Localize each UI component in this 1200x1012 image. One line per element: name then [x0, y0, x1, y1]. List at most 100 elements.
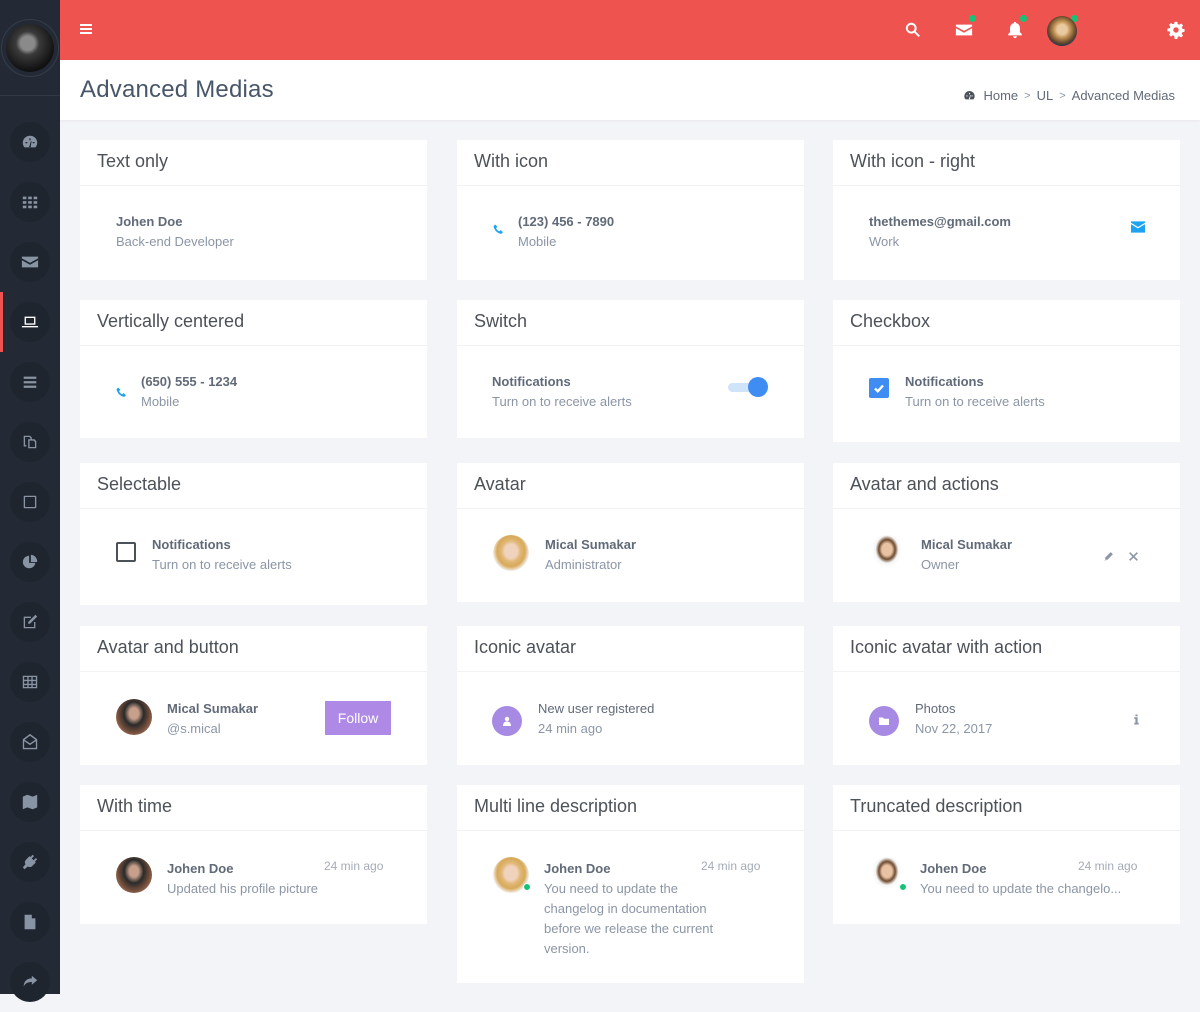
- card-title: Avatar and actions: [833, 463, 1180, 509]
- media-item[interactable]: Notifications Turn on to receive alerts: [116, 535, 292, 575]
- card-vertically-centered: Vertically centered (650) 555 - 1234 Mob…: [80, 300, 427, 438]
- media-description-line: before we release the current: [544, 921, 714, 936]
- avatar: [869, 535, 905, 571]
- media-item: (123) 456 - 7890 Mobile: [493, 212, 614, 252]
- sidebar-item-charts[interactable]: [0, 532, 60, 592]
- media-title: Notifications: [905, 374, 984, 389]
- breadcrumb-ul[interactable]: UL: [1037, 88, 1054, 103]
- media-item: Johen Doe Updated his profile picture: [116, 857, 318, 899]
- mail-icon: [21, 256, 39, 268]
- share-icon: [23, 975, 38, 987]
- mail-button[interactable]: [952, 15, 976, 42]
- media-description-line: You need to update the: [544, 881, 678, 896]
- card-title: Avatar and button: [80, 626, 427, 672]
- sidebar-item-tables[interactable]: [0, 652, 60, 712]
- breadcrumb-home[interactable]: Home: [983, 88, 1018, 103]
- search-icon: [905, 22, 920, 38]
- notifications-switch[interactable]: [728, 377, 768, 397]
- media-title: New user registered: [538, 701, 655, 716]
- avatar: [116, 857, 152, 893]
- card-truncated: Truncated description Johen Doe You need…: [833, 785, 1180, 924]
- sidebar-item-dashboard[interactable]: [0, 112, 60, 172]
- media-subtitle: Work: [869, 234, 900, 249]
- media-title: Mical Sumakar: [167, 701, 259, 716]
- media-subtitle: Back-end Developer: [116, 234, 234, 249]
- notifications-button[interactable]: [1003, 15, 1027, 42]
- card-avatar: Avatar Mical Sumakar Administrator: [457, 463, 804, 602]
- remove-button[interactable]: [1128, 549, 1142, 563]
- media-title: Mical Sumakar: [545, 537, 637, 552]
- card-iconic-avatar: Iconic avatar New user registered 24 min…: [457, 626, 804, 765]
- media-item: Notifications Turn on to receive alerts: [869, 372, 1045, 412]
- sidebar-item-inbox[interactable]: [0, 712, 60, 772]
- media-item: Mical Sumakar Administrator: [493, 535, 636, 575]
- mail-icon: [955, 24, 973, 36]
- info-icon: [1134, 714, 1139, 725]
- menu-icon[interactable]: [80, 24, 92, 35]
- media-item: Notifications Turn on to receive alerts: [492, 372, 632, 412]
- sidebar-item-maps[interactable]: [0, 772, 60, 832]
- card-checkbox: Checkbox Notifications Turn on to receiv…: [833, 300, 1180, 442]
- timestamp: 24 min ago: [324, 859, 384, 873]
- search-button[interactable]: [901, 18, 925, 42]
- sidebar-item-apps[interactable]: [0, 172, 60, 232]
- media-item: Mical Sumakar Owner: [869, 535, 1012, 575]
- media-title: Johen Doe: [544, 861, 611, 876]
- check-icon: [874, 384, 884, 394]
- dashboard-icon: [22, 135, 38, 148]
- sidebar-item-widgets[interactable]: [0, 472, 60, 532]
- card-with-time: With time Johen Doe Updated his profile …: [80, 785, 427, 924]
- media-item: Photos Nov 22, 2017: [869, 699, 992, 739]
- page-title: Advanced Medias: [80, 76, 274, 103]
- media-description-line: changelog in documentation: [544, 901, 707, 916]
- notifications-checkbox[interactable]: [116, 542, 136, 562]
- card-with-icon: With icon (123) 456 - 7890 Mobile: [457, 140, 804, 280]
- card-title: Avatar: [457, 463, 804, 509]
- timestamp: 24 min ago: [701, 859, 761, 873]
- sidebar-item-docs[interactable]: [0, 892, 60, 952]
- iconic-avatar: [492, 706, 522, 736]
- media-title: Johen Doe: [167, 861, 234, 876]
- card-multi-line: Multi line description Johen Doe You nee…: [457, 785, 804, 983]
- avatar: [869, 857, 907, 893]
- follow-button[interactable]: Follow: [325, 701, 391, 735]
- edit-button[interactable]: [1103, 549, 1117, 563]
- media-subtitle: Mobile: [518, 234, 557, 249]
- media-subtitle: Turn on to receive alerts: [152, 557, 292, 572]
- close-icon: [1129, 552, 1138, 561]
- sidebar-item-ui[interactable]: [0, 292, 60, 352]
- square-icon: [23, 495, 37, 509]
- copy-icon: [23, 435, 37, 449]
- notifications-checkbox[interactable]: [869, 378, 889, 398]
- media-item: Johen Doe Back-end Developer: [116, 212, 234, 252]
- card-title: With time: [80, 785, 427, 831]
- card-title: Multi line description: [457, 785, 804, 831]
- info-button[interactable]: [1131, 712, 1145, 726]
- media-item: thethemes@gmail.com Work: [869, 212, 1011, 252]
- media-subtitle: @s.mical: [167, 721, 221, 736]
- sidebar-item-mail[interactable]: [0, 232, 60, 292]
- sidebar-item-pages[interactable]: [0, 412, 60, 472]
- profile-avatar[interactable]: [6, 23, 54, 72]
- settings-button[interactable]: [1164, 18, 1188, 42]
- card-title: Truncated description: [833, 785, 1180, 831]
- media-title: (650) 555 - 1234: [141, 374, 238, 389]
- user-avatar[interactable]: [1047, 16, 1077, 46]
- card-text-only: Text only Johen Doe Back-end Developer: [80, 140, 427, 280]
- card-title: Vertically centered: [80, 300, 427, 346]
- phone-icon: [493, 224, 503, 234]
- folder-icon: [879, 717, 889, 725]
- sidebar-profile: [0, 0, 60, 96]
- sidebar-item-plugins[interactable]: [0, 832, 60, 892]
- media-title: Notifications: [152, 537, 231, 552]
- media-item: New user registered 24 min ago: [492, 699, 654, 739]
- file-icon: [24, 914, 36, 930]
- media-item: Johen Doe You need to update the changel…: [493, 857, 713, 959]
- sidebar-item-list[interactable]: [0, 352, 60, 412]
- bell-notification-dot: [1020, 15, 1027, 22]
- sidebar-item-forms[interactable]: [0, 592, 60, 652]
- plug-icon: [22, 854, 38, 870]
- sidebar-item-share[interactable]: [0, 952, 60, 1012]
- map-icon: [22, 794, 38, 810]
- media-item: (650) 555 - 1234 Mobile: [116, 372, 237, 412]
